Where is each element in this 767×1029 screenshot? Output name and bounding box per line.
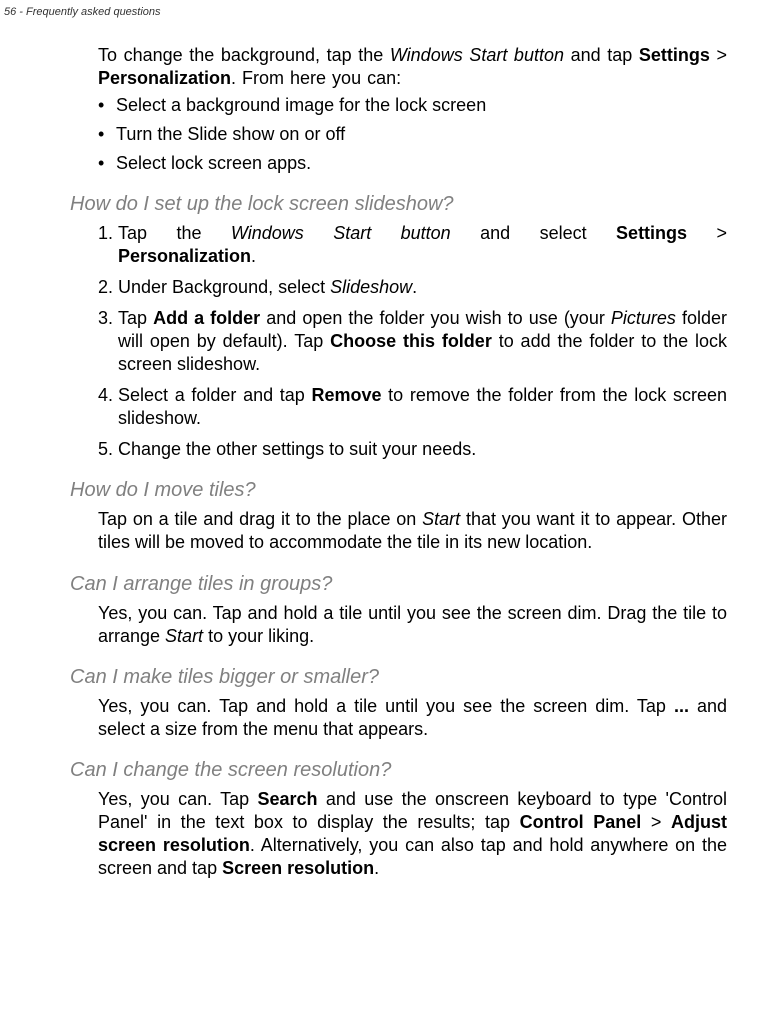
- step-item: Tap the Windows Start button and select …: [98, 222, 727, 268]
- bullet-item: Select a background image for the lock s…: [98, 94, 727, 117]
- step-item: Select a folder and tap Remove to remove…: [98, 384, 727, 430]
- section-body: Yes, you can. Tap and hold a tile until …: [98, 602, 727, 648]
- page-content: To change the background, tap the Window…: [0, 18, 767, 880]
- section-heading: How do I move tiles?: [70, 479, 727, 502]
- section-body: Yes, you can. Tap and hold a tile until …: [98, 695, 727, 741]
- section-heading: How do I set up the lock screen slidesho…: [70, 193, 727, 216]
- intro-bullets: Select a background image for the lock s…: [98, 94, 727, 175]
- intro-paragraph: To change the background, tap the Window…: [98, 44, 727, 90]
- section-body: Yes, you can. Tap Search and use the ons…: [98, 788, 727, 880]
- page-header: 56 - Frequently asked questions: [0, 0, 767, 18]
- slideshow-steps: Tap the Windows Start button and select …: [98, 222, 727, 461]
- section-heading: Can I change the screen resolution?: [70, 759, 727, 782]
- section-body: Tap on a tile and drag it to the place o…: [98, 508, 727, 554]
- bullet-item: Turn the Slide show on or off: [98, 123, 727, 146]
- step-item: Under Background, select Slideshow.: [98, 276, 727, 299]
- section-heading: Can I arrange tiles in groups?: [70, 573, 727, 596]
- bullet-item: Select lock screen apps.: [98, 152, 727, 175]
- step-item: Change the other settings to suit your n…: [98, 438, 727, 461]
- step-item: Tap Add a folder and open the folder you…: [98, 307, 727, 376]
- section-heading: Can I make tiles bigger or smaller?: [70, 666, 727, 689]
